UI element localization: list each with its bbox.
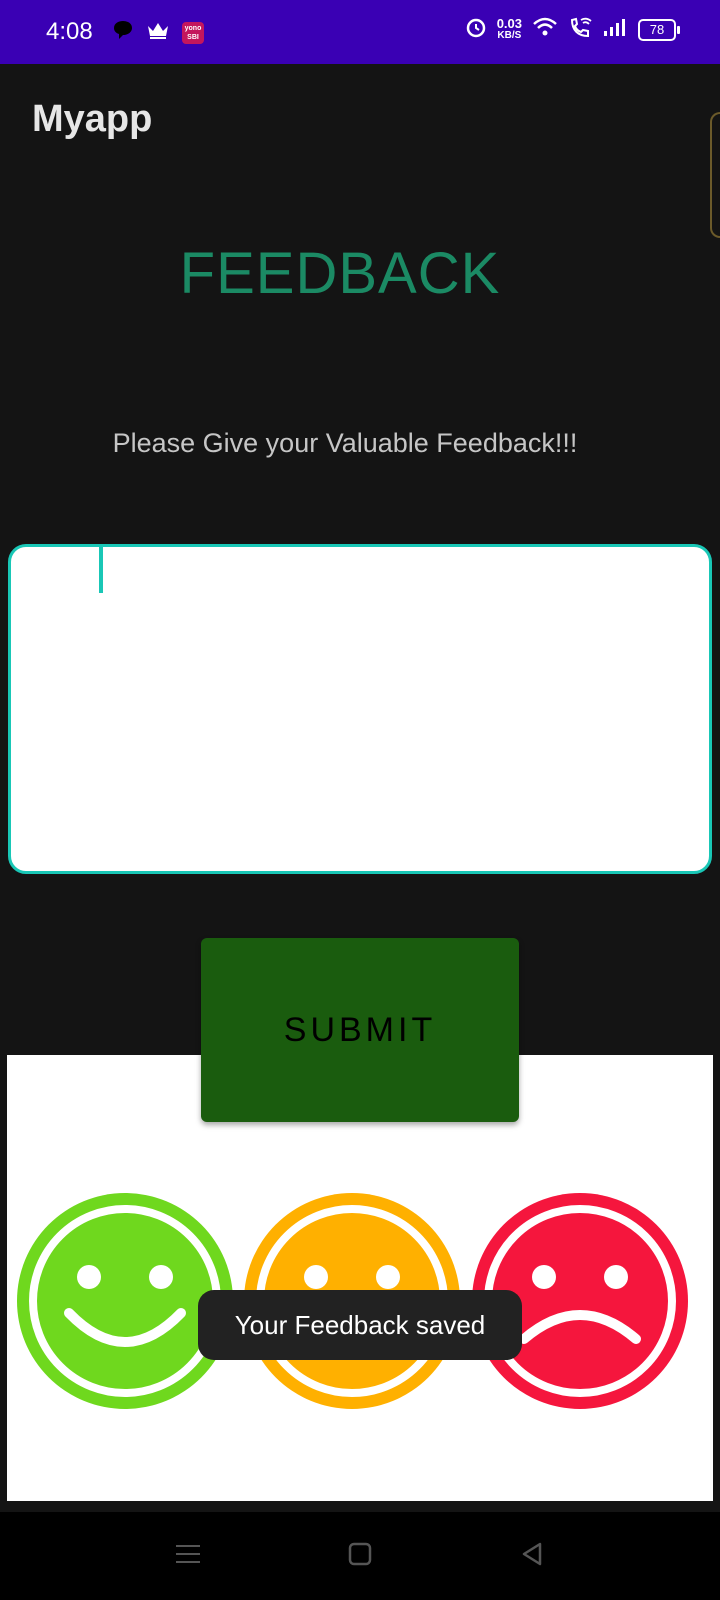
back-icon[interactable]	[518, 1540, 546, 1573]
menu-icon[interactable]	[174, 1540, 202, 1573]
feedback-input[interactable]	[8, 544, 712, 874]
status-bar: 4:08 yono SBI 0.03 KB/S 78	[0, 0, 720, 64]
toast-message: Your Feedback saved	[198, 1290, 522, 1360]
chat-bubble-icon	[112, 20, 134, 45]
net-speed-value: 0.03	[496, 15, 522, 31]
wifi-icon	[532, 17, 558, 42]
alarm-icon	[465, 16, 487, 43]
status-time: 4:08	[46, 18, 93, 45]
net-speed-unit: KB/S	[497, 29, 522, 41]
signal-icon	[602, 17, 628, 42]
text-cursor	[99, 547, 103, 593]
crown-icon	[146, 20, 170, 45]
feedback-prompt: Please Give your Valuable Feedback!!!	[112, 428, 578, 458]
edge-panel-handle[interactable]	[710, 112, 720, 238]
battery-icon: 78	[638, 18, 680, 41]
home-icon[interactable]	[346, 1540, 374, 1573]
yono-badge-text: yono	[184, 24, 202, 32]
submit-button[interactable]: SUBMIT	[201, 938, 519, 1122]
yono-sbi-app-icon: yono SBI	[182, 21, 204, 44]
app-title: Myapp	[32, 98, 153, 140]
page-title: FEEDBACK	[179, 241, 501, 306]
yono-badge-text: SBI	[187, 33, 199, 41]
navigation-bar	[0, 1512, 720, 1600]
notification-icons: yono SBI	[112, 20, 204, 45]
wifi-calling-icon	[568, 16, 592, 43]
net-speed: 0.03 KB/S	[496, 15, 522, 42]
system-icons: 0.03 KB/S 78	[465, 15, 680, 43]
